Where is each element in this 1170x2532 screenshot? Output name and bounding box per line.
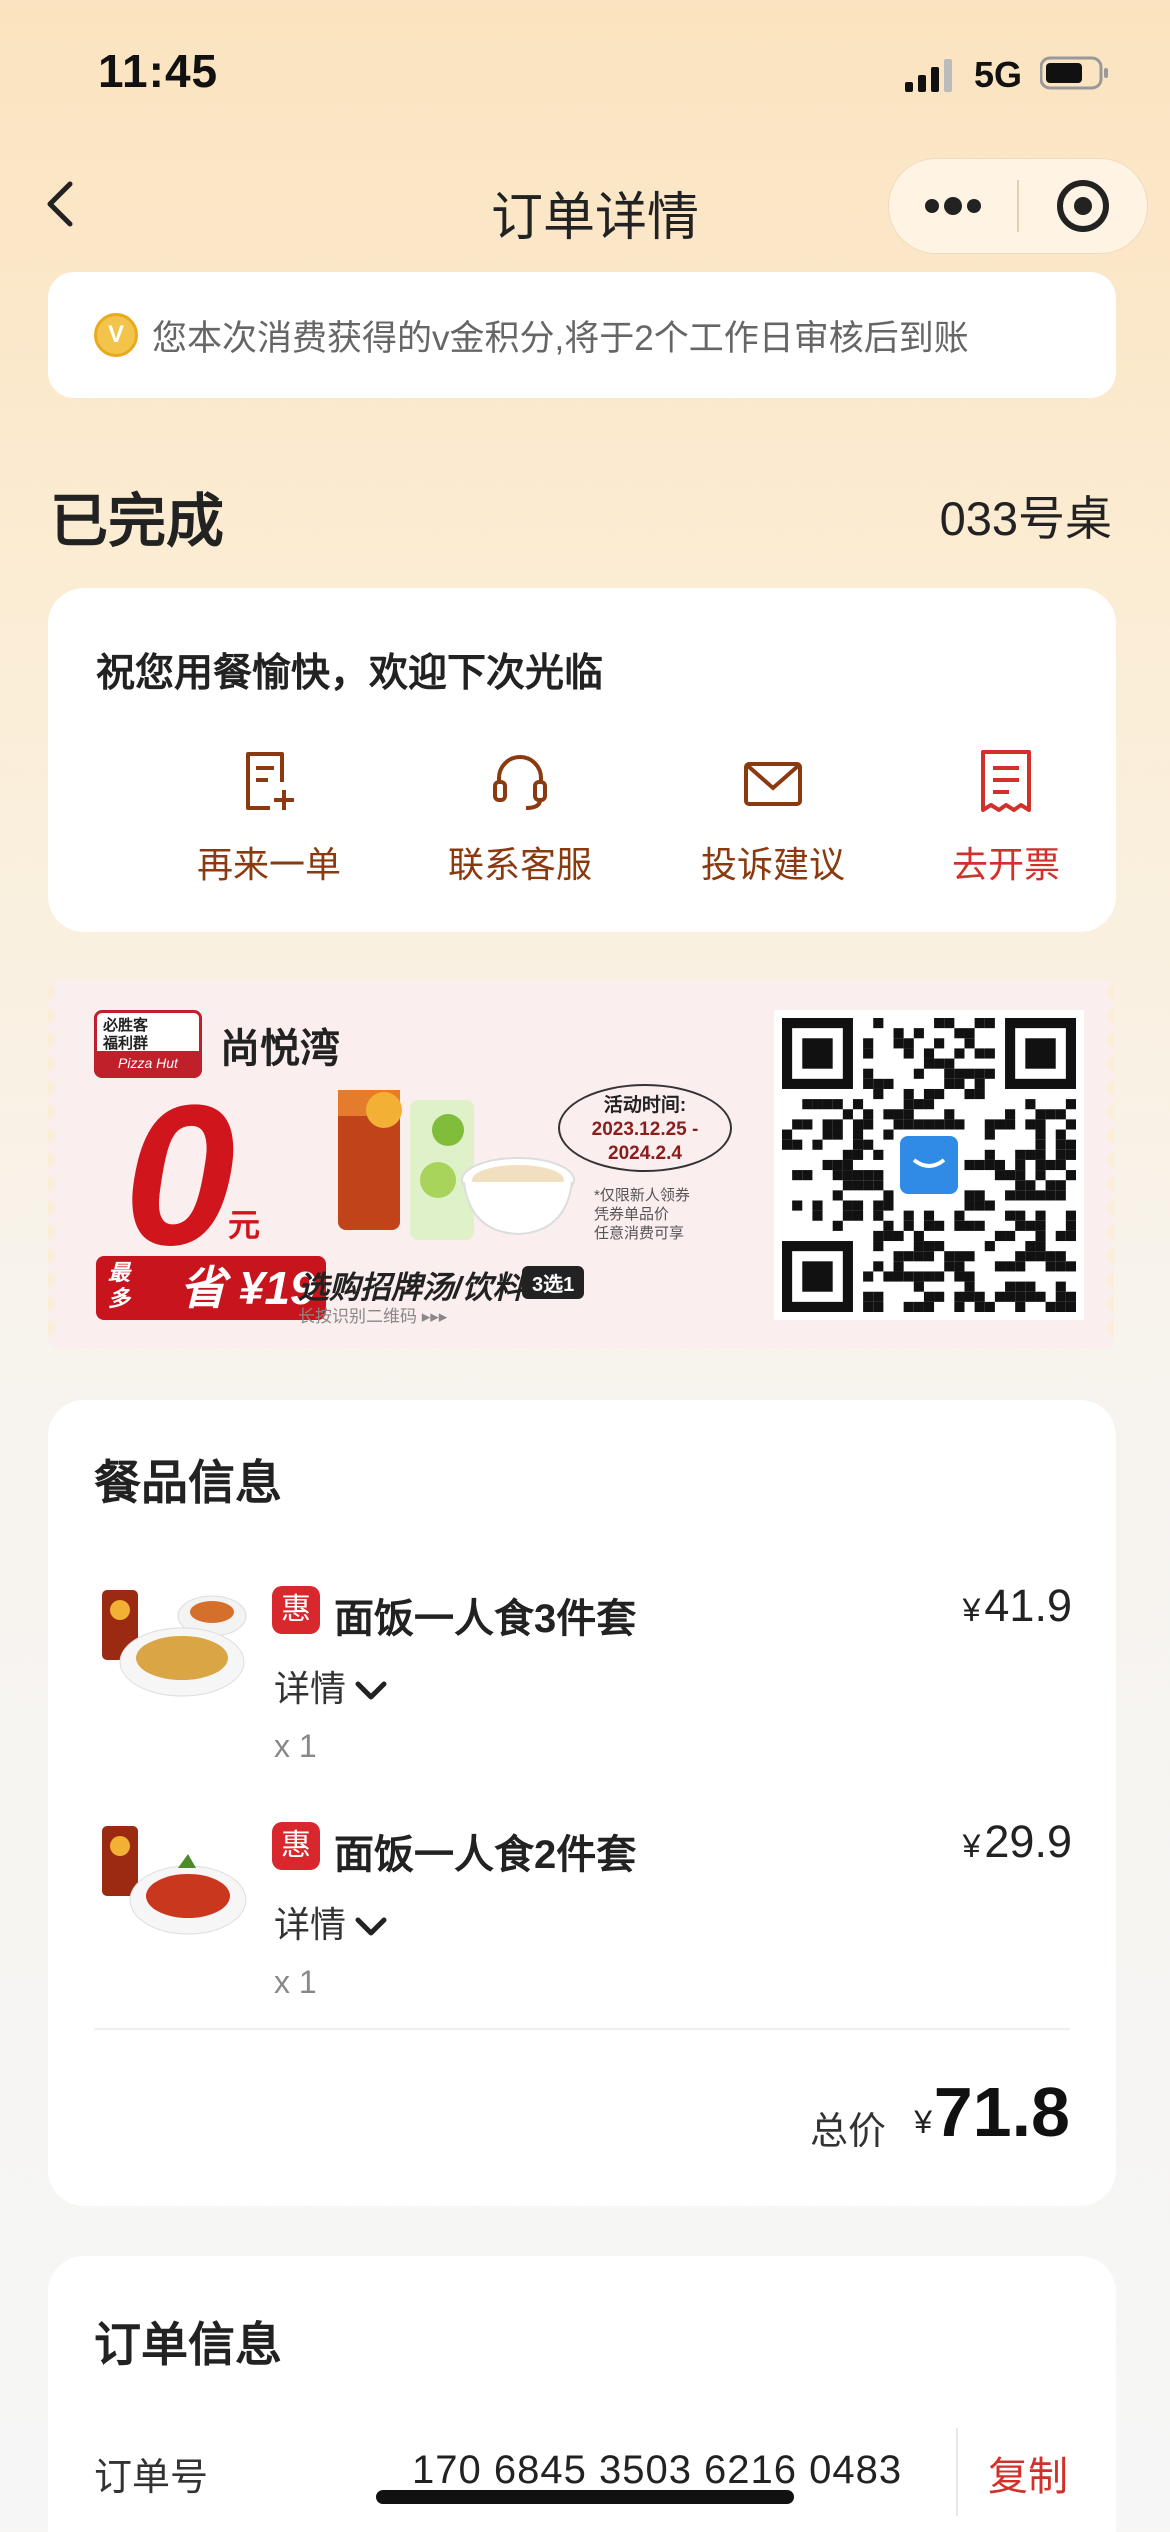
discount-tag: 惠 [272,1822,320,1870]
miniapp-capsule [888,158,1148,254]
chevron-down-icon [355,1917,387,1936]
target-icon [1057,180,1109,232]
home-indicator [376,2490,794,2504]
welcome-card: 祝您用餐愉快，欢迎下次光临 再来一单 联系客服 投诉建议 去开票 [48,588,1116,932]
items-card: 餐品信息 惠 面饭一人食3件套 ¥41.9 详情 x 1 惠 面饭一人食2件套 … [48,1400,1116,2206]
order-number: 170 6845 3503 6216 0483 [412,2448,903,2492]
meal-thumbnail [102,1826,247,1935]
v-coin-icon: V [94,313,138,357]
table-number: 033号桌 [939,492,1112,545]
items-divider [94,2028,1070,2030]
network-label: 5G [974,54,1023,95]
welcome-message: 祝您用餐愉快，欢迎下次光临 [96,652,604,695]
list-item: 惠 面饭一人食2件套 ¥29.9 详情 x 1 [48,1816,1116,2036]
promo-banner[interactable]: 必胜客 福利群 Pizza Hut 尚悦湾 0 元 最 多 省 ¥19 活动时间… [48,980,1114,1348]
reorder-button[interactable]: 再来一单 [154,748,384,888]
reorder-label: 再来一单 [196,844,341,885]
ticket-edge-left [48,980,62,1348]
item-name: 面饭一人食3件套 [334,1597,637,1641]
complaint-button[interactable]: 投诉建议 [658,748,888,888]
total-price: 71.8 [933,2073,1070,2151]
item-quantity: x 1 [274,1728,317,1764]
order-info-title: 订单信息 [94,2318,282,2371]
order-number-label: 订单号 [94,2457,209,2499]
contact-service-button[interactable]: 联系客服 [405,748,635,888]
signal-icon [905,59,952,92]
status-time: 11:45 [98,45,219,97]
item-detail-toggle[interactable]: 详情 [274,1896,388,1948]
promo-pick: 选购招牌汤/饮料 [298,1270,524,1305]
copy-button[interactable]: 复制 [988,2444,1068,2502]
qr-code[interactable] [774,1010,1084,1320]
promo-zero: 0 [124,1064,236,1287]
complaint-label: 投诉建议 [700,844,845,885]
points-notice: V 您本次消费获得的v金积分,将于2个工作日审核后到账 [48,272,1116,398]
total-label: 总价 [809,2111,886,2153]
item-quantity: x 1 [274,1964,317,2000]
mail-icon [744,762,802,806]
item-detail-toggle[interactable]: 详情 [274,1660,388,1712]
ticket-edge-right [1100,980,1114,1348]
chevron-down-icon [355,1681,387,1700]
contact-service-label: 联系客服 [447,844,592,885]
total-currency: ¥ [914,2104,932,2140]
items-title: 餐品信息 [94,1456,282,1509]
promo-period: 活动时间: 2023.12.25 - 2024.2.4 [558,1084,732,1172]
promo-yuan: 元 [228,1207,261,1243]
more-dots-icon [925,197,981,215]
promo-pick-tag: 3选1 [522,1266,585,1299]
order-status: 已完成 [50,489,225,554]
promo-hint: 长按识别二维码 ▸▸▸ [298,1307,448,1326]
headset-icon [493,755,547,810]
promo-note: *仅限新人领券 凭券单品价 任意消费可享 [594,1187,690,1242]
promo-shop-name: 尚悦湾 [220,1027,340,1071]
list-item: 惠 面饭一人食3件套 ¥41.9 详情 x 1 [48,1580,1116,1800]
discount-tag: 惠 [272,1586,320,1634]
reorder-icon [246,752,294,810]
quick-actions: 再来一单 联系客服 投诉建议 去开票 [48,748,1116,908]
more-button[interactable] [889,159,1017,253]
invoice-label: 去开票 [951,844,1060,885]
invoice-button[interactable]: 去开票 [891,748,1121,888]
close-miniapp-button[interactable] [1019,159,1147,253]
item-name: 面饭一人食2件套 [334,1833,637,1877]
copy-divider [956,2428,958,2516]
invoice-icon [981,750,1031,812]
item-price: ¥41.9 [962,1580,1072,1631]
battery-icon [1040,56,1108,90]
meal-thumbnail [102,1590,247,1697]
points-notice-text: 您本次消费获得的v金积分,将于2个工作日审核后到账 [152,318,969,358]
qr-code-icon [782,1018,1076,1312]
item-price: ¥29.9 [962,1816,1072,1867]
promo-save-badge: 最 多 省 ¥19 [96,1256,326,1320]
